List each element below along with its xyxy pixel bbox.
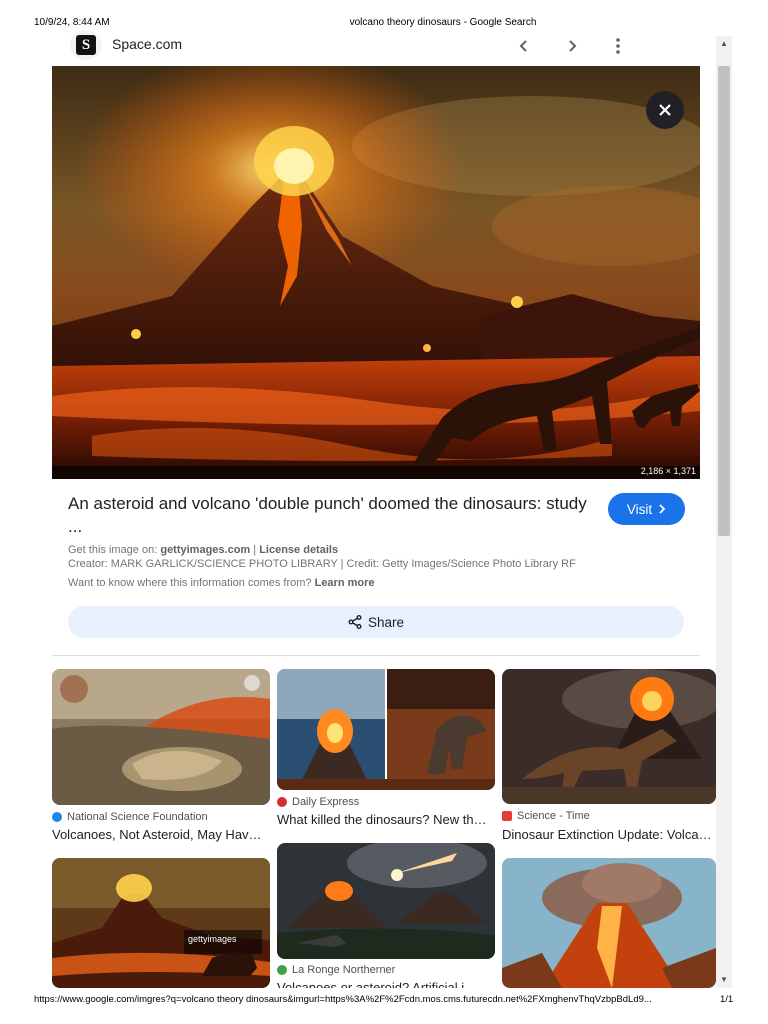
creator-credit: Creator: MARK GARLICK/SCIENCE PHOTO LIBR… <box>68 558 576 570</box>
related-image-card[interactable]: gettyimages <box>52 858 270 988</box>
next-button[interactable] <box>558 32 586 60</box>
chevron-left-icon <box>519 40 527 52</box>
get-image-source-link[interactable]: gettyimages.com <box>160 544 250 556</box>
related-source: Daily Express <box>277 796 359 808</box>
visit-label: Visit <box>626 501 653 517</box>
related-source-name: National Science Foundation <box>67 811 208 823</box>
related-source: Science - Time <box>502 810 590 822</box>
viewer-topbar: S Space.com <box>52 30 716 66</box>
chevron-right-icon <box>569 40 577 52</box>
cartoon-volcano-thumbnail <box>502 858 716 988</box>
related-caption[interactable]: Volcanoes or asteroid? Artificial i... <box>277 980 491 988</box>
daily-express-favicon-icon <box>277 797 287 807</box>
related-thumbnail[interactable] <box>502 858 716 988</box>
asteroid-volcano-thumbnail <box>277 843 495 959</box>
get-image-line: Get this image on: gettyimages.com | Lic… <box>68 544 338 556</box>
info-source-line: Want to know where this information come… <box>68 577 375 589</box>
visit-button[interactable]: Visit <box>608 493 685 525</box>
scroll-down-arrow-icon[interactable]: ▼ <box>716 972 732 988</box>
dinosaur-extinction-thumbnail <box>502 669 716 804</box>
scrollbar-thumb[interactable] <box>718 66 730 536</box>
related-image-card[interactable]: National Science Foundation Volcanoes, N… <box>52 669 270 844</box>
getty-watermark: gettyimages <box>188 934 237 944</box>
related-source-name: Daily Express <box>292 796 360 808</box>
related-image-card[interactable] <box>502 858 716 988</box>
la-ronge-favicon-icon <box>277 965 287 975</box>
scroll-up-arrow-icon[interactable]: ▲ <box>716 36 732 52</box>
time-favicon-icon <box>502 811 512 821</box>
previous-button[interactable] <box>510 32 538 60</box>
print-url: https://www.google.com/imgres?q=volcano … <box>34 994 652 1005</box>
related-thumbnail[interactable] <box>277 843 495 959</box>
related-source-name: Science - Time <box>517 810 590 822</box>
vertical-scrollbar[interactable]: ▲ ▼ <box>716 36 732 988</box>
site-favicon[interactable]: S <box>70 30 102 60</box>
chevron-right-small-icon <box>659 504 666 514</box>
image-dimensions: 2,186 × 1,371 <box>640 466 696 476</box>
get-image-prefix: Get this image on: <box>68 544 158 556</box>
related-image-card[interactable]: Science - Time Dinosaur Extinction Updat… <box>502 669 716 844</box>
related-thumbnail[interactable] <box>52 669 270 805</box>
share-label: Share <box>367 614 405 630</box>
image-viewer-panel: S Space.com 2,186 × 1,371 An asteroid an… <box>52 30 716 988</box>
learn-more-link[interactable]: Learn more <box>315 577 375 589</box>
print-page-title: volcano theory dinosaurs - Google Search <box>349 17 537 28</box>
info-source-prefix: Want to know where this information come… <box>68 577 312 589</box>
print-footer: https://www.google.com/imgres?q=volcano … <box>0 993 768 1007</box>
related-thumbnail[interactable] <box>502 669 716 804</box>
site-name[interactable]: Space.com <box>112 36 182 52</box>
divider <box>52 655 700 656</box>
main-image[interactable]: 2,186 × 1,371 <box>52 66 700 479</box>
volcano-dinosaur-illustration <box>52 66 700 479</box>
related-source-name: La Ronge Northerner <box>292 964 396 976</box>
more-vert-icon <box>616 38 620 54</box>
related-caption[interactable]: Dinosaur Extinction Update: Volcanoes ..… <box>502 827 716 842</box>
related-source: National Science Foundation <box>52 811 208 823</box>
site-logo-letter: S <box>76 35 96 55</box>
volcano-getty-thumbnail: gettyimages <box>52 858 270 988</box>
share-button[interactable]: Share <box>68 606 684 638</box>
related-caption[interactable]: What killed the dinosaurs? New theory ..… <box>277 812 491 827</box>
related-thumbnail[interactable]: gettyimages <box>52 858 270 988</box>
meta-separator: | <box>253 544 257 556</box>
license-details-link[interactable]: License details <box>259 544 338 556</box>
image-title[interactable]: An asteroid and volcano 'double punch' d… <box>68 492 588 538</box>
print-page-number: 1/1 <box>720 994 734 1005</box>
close-icon <box>659 104 671 116</box>
related-caption[interactable]: Volcanoes, Not Asteroid, May Have Killed… <box>52 827 266 842</box>
volcano-trex-thumbnail <box>277 669 495 790</box>
print-header: 10/9/24, 8:44 AM volcano theory dinosaur… <box>0 16 768 30</box>
share-icon <box>348 615 362 629</box>
nsf-favicon-icon <box>52 812 62 822</box>
close-button[interactable] <box>646 91 684 129</box>
related-source: La Ronge Northerner <box>277 964 395 976</box>
more-options-button[interactable] <box>604 32 632 60</box>
related-image-card[interactable]: Daily Express What killed the dinosaurs?… <box>277 669 495 831</box>
related-thumbnail[interactable] <box>277 669 495 790</box>
related-image-card[interactable]: La Ronge Northerner Volcanoes or asteroi… <box>277 843 495 988</box>
volcano-fossil-thumbnail <box>52 669 270 805</box>
